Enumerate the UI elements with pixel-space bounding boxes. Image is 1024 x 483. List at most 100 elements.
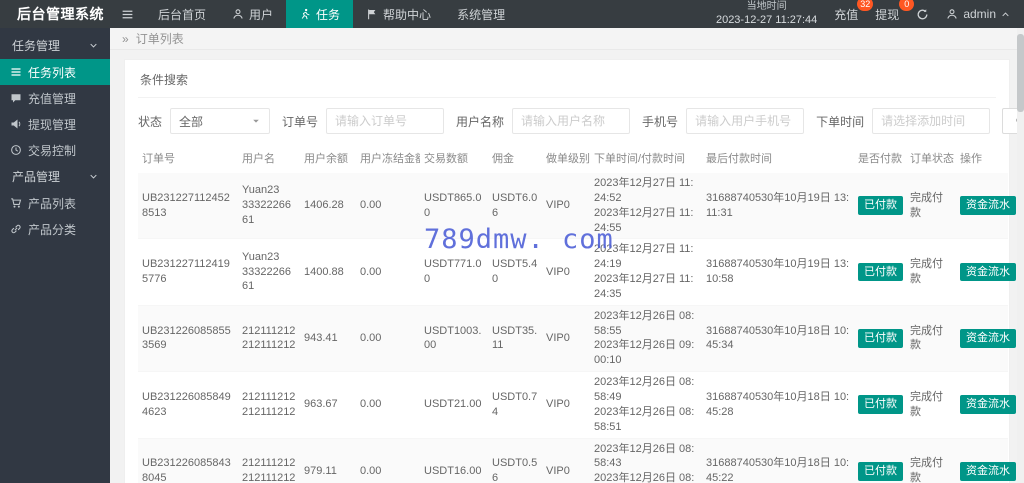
cell-amount: USDT21.00 xyxy=(424,398,482,411)
cell-last-pay-time: 31688740530年10月18日 10:45:22 xyxy=(706,457,850,483)
caret-down-icon xyxy=(251,116,261,126)
cell-frozen: 0.00 xyxy=(360,199,382,212)
fund-flow-button[interactable]: 资金流水 xyxy=(960,395,1016,415)
fund-flow-button[interactable]: 资金流水 xyxy=(960,329,1016,348)
sidebar-item-0-2[interactable]: 提现管理 xyxy=(0,111,110,137)
cell-pay-status: 已付款 xyxy=(854,372,906,438)
topnav-label: 用户 xyxy=(249,7,274,22)
status-filter: 状态 全部 xyxy=(138,108,271,134)
sidebar-group-0[interactable]: 任务管理 xyxy=(0,32,110,59)
column-header-1: 用户名 xyxy=(242,153,275,165)
admin-dropdown[interactable]: admin xyxy=(946,7,1010,21)
cell-commission: USDT0.74 xyxy=(492,390,538,418)
sidebar-item-label: 充值管理 xyxy=(28,91,77,106)
scrollbar-thumb[interactable] xyxy=(1017,34,1024,112)
sidebar-item-1-1[interactable]: 产品分类 xyxy=(0,216,110,242)
cell-times: 2023年12月26日 08:58:55 2023年12月26日 09:00:10 xyxy=(594,309,695,367)
filter-label: 用户名称 xyxy=(456,114,505,129)
filter-label: 下单时间 xyxy=(816,114,865,129)
filter-input-2[interactable] xyxy=(686,108,805,134)
sidebar-group-label: 任务管理 xyxy=(12,39,61,53)
cell-commission: USDT35.11 xyxy=(492,324,538,352)
filter-input-1[interactable] xyxy=(512,108,631,134)
filter-input-0[interactable] xyxy=(326,108,445,134)
cell-amount: USDT16.00 xyxy=(424,464,482,477)
recharge-count-badge: 32 xyxy=(857,0,874,11)
recharge-button[interactable]: 充值 32 xyxy=(834,0,874,23)
cell-balance: 1406.28 xyxy=(304,199,344,212)
column-header-0: 订单号 xyxy=(142,153,175,165)
cell-balance: 963.67 xyxy=(304,398,338,411)
topnav-item-3[interactable]: 帮助中心 xyxy=(353,0,444,28)
column-header-4: 交易数额 xyxy=(424,153,468,165)
fund-flow-button[interactable]: 资金流水 xyxy=(960,196,1016,216)
cell-times: 2023年12月26日 08:58:432023年12月26日 08:58:44 xyxy=(594,442,695,483)
column-header-6: 做单级别 xyxy=(546,153,590,165)
filter-group-1: 用户名称 xyxy=(456,108,631,134)
paid-badge[interactable]: 已付款 xyxy=(858,262,903,282)
menu-toggle-icon[interactable] xyxy=(110,0,145,28)
cell-action: 资金流水 xyxy=(956,173,1016,239)
fund-flow-button[interactable]: 资金流水 xyxy=(960,262,1016,282)
withdraw-button[interactable]: 提现 0 xyxy=(875,0,915,23)
sidebar-item-0-0[interactable]: 任务列表 xyxy=(0,59,110,85)
list-icon xyxy=(10,66,22,78)
refresh-icon[interactable] xyxy=(916,8,929,21)
topnav-item-0[interactable]: 后台首页 xyxy=(145,0,219,28)
cell-commission: USDT6.06 xyxy=(492,191,538,219)
breadcrumb-current: 订单列表 xyxy=(135,32,184,46)
table-row: UB2312260858553569 212111212 212111212 943.… xyxy=(138,305,1016,372)
cell-order-no: UB2312260858494623 xyxy=(142,390,231,418)
filter-input-3[interactable] xyxy=(872,108,991,134)
topnav-item-4[interactable]: 系统管理 xyxy=(444,0,518,28)
sidebar-item-label: 产品分类 xyxy=(28,222,77,237)
user-icon xyxy=(946,8,958,20)
topnav-item-2[interactable]: 任务 xyxy=(286,0,354,28)
main-content: » 订单列表 条件搜索 状态 全部 订单号用户名称手机号下单时间 搜 索 xyxy=(110,28,1024,483)
paid-badge[interactable]: 已付款 xyxy=(858,329,903,348)
cell-action: 资金流水 xyxy=(956,438,1016,483)
paid-badge[interactable]: 已付款 xyxy=(858,196,903,216)
fund-flow-button[interactable]: 资金流水 xyxy=(960,461,1016,481)
sidebar-item-0-3[interactable]: 交易控制 xyxy=(0,137,110,163)
filter-group-3: 下单时间 xyxy=(816,108,991,134)
chevron-down-icon xyxy=(89,41,98,50)
table-row: UB2312271124195776 Yuan23 3332226661 1400.8… xyxy=(138,239,1016,306)
table-row: UB2312260858494623 212111212 212111212 963.… xyxy=(138,372,1016,438)
cell-commission: USDT5.40 xyxy=(492,258,538,286)
column-header-3: 用户冻结金额 xyxy=(360,153,420,165)
cell-pay-status: 已付款 xyxy=(854,173,906,239)
cell-action: 资金流水 xyxy=(956,372,1016,438)
topnav-label: 后台首页 xyxy=(158,7,207,22)
sidebar-item-0-1[interactable]: 充值管理 xyxy=(0,85,110,111)
vertical-scrollbar[interactable] xyxy=(1017,28,1024,483)
sidebar-item-1-0[interactable]: 产品列表 xyxy=(0,190,110,216)
user-icon xyxy=(232,8,244,20)
table-body: UB2312271124528513 Yuan23 3332226661 1406.2… xyxy=(138,173,1016,483)
filter-bar: 状态 全部 订单号用户名称手机号下单时间 搜 索 xyxy=(138,108,1024,134)
column-header-9: 是否付款 xyxy=(858,153,902,165)
cell-last-pay-time: 31688740530年10月18日 10:45:34 xyxy=(706,324,850,352)
cell-balance: 979.11 xyxy=(304,464,337,477)
cell-commission: USDT0.56 xyxy=(492,457,538,483)
filter-label: 订单号 xyxy=(282,114,319,129)
cell-frozen: 0.00 xyxy=(360,464,382,477)
clock-icon xyxy=(10,144,22,156)
comment-icon xyxy=(10,92,22,104)
run-icon xyxy=(299,8,311,20)
paid-badge[interactable]: 已付款 xyxy=(858,395,903,415)
paid-badge[interactable]: 已付款 xyxy=(858,461,903,481)
status-select[interactable]: 全部 xyxy=(170,108,271,134)
cell-amount: USDT771.00 xyxy=(424,258,482,286)
topnav-item-1[interactable]: 用户 xyxy=(219,0,286,28)
orders-table: 订单号 用户名 用户余额 用户冻结金额 交易数额 佣金 做单级别 下单时间/付款时间 最后付款时… xyxy=(138,142,1016,483)
filter-label: 手机号 xyxy=(642,114,679,129)
table-row: UB2312271124528513 Yuan23 3332226661 1406.2… xyxy=(138,173,1016,239)
cell-pay-status: 已付款 xyxy=(854,305,906,371)
cell-last-pay-time: 31688740530年10月19日 13:10:58 xyxy=(706,258,850,286)
cell-level: VIP0 xyxy=(546,265,570,278)
filter-group-0: 订单号 xyxy=(282,108,445,134)
sidebar-group-1[interactable]: 产品管理 xyxy=(0,163,110,190)
cell-level: VIP0 xyxy=(546,199,570,212)
withdraw-count-badge: 0 xyxy=(899,0,915,11)
